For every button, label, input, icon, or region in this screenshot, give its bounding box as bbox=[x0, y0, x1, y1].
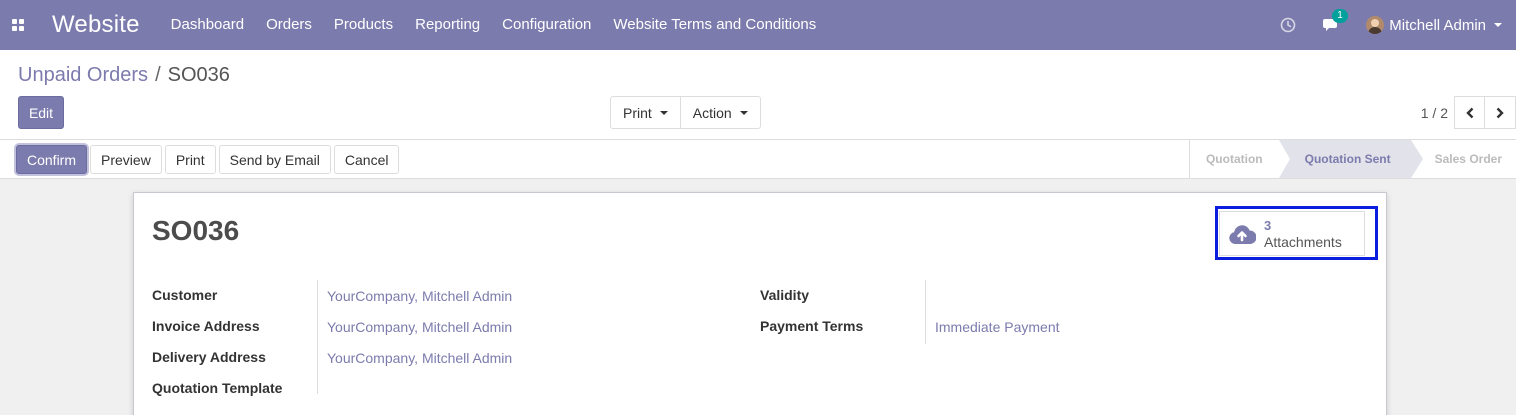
stage-sales-order[interactable]: Sales Order bbox=[1411, 140, 1516, 178]
order-title: SO036 bbox=[152, 215, 240, 246]
quotation-template-label: Quotation Template bbox=[152, 379, 283, 396]
action-menus: Print Action bbox=[610, 96, 761, 129]
right-field-values: Immediate Payment bbox=[935, 311, 1060, 342]
avatar bbox=[1366, 16, 1385, 34]
menu-configuration[interactable]: Configuration bbox=[491, 0, 602, 50]
delivery-address-value[interactable]: YourCompany, Mitchell Admin bbox=[327, 350, 512, 366]
top-navbar: Website Dashboard Orders Products Report… bbox=[0, 0, 1516, 50]
stage-quotation[interactable]: Quotation bbox=[1190, 140, 1290, 178]
menu-website-terms[interactable]: Website Terms and Conditions bbox=[602, 0, 827, 50]
left-column-divider bbox=[317, 280, 318, 394]
breadcrumb-parent[interactable]: Unpaid Orders bbox=[18, 64, 148, 87]
chevron-left-icon bbox=[1465, 107, 1473, 118]
left-field-values: YourCompany, Mitchell Admin YourCompany,… bbox=[327, 280, 512, 404]
right-field-labels: Validity Payment Terms bbox=[760, 279, 863, 341]
pager-previous-button[interactable] bbox=[1454, 96, 1485, 129]
preview-button[interactable]: Preview bbox=[90, 145, 162, 174]
action-dropdown[interactable]: Action bbox=[679, 97, 760, 128]
apps-grid-icon[interactable] bbox=[0, 0, 36, 50]
user-name: Mitchell Admin bbox=[1389, 16, 1486, 34]
chevron-down-icon bbox=[659, 110, 668, 115]
left-field-labels: Customer Invoice Address Delivery Addres… bbox=[152, 279, 318, 403]
validity-label: Validity bbox=[760, 286, 810, 303]
delivery-address-label: Delivery Address bbox=[152, 348, 266, 365]
navbar-systray: 1 Mitchell Admin bbox=[1268, 0, 1516, 50]
send-by-email-button[interactable]: Send by Email bbox=[218, 145, 331, 174]
attachments-text: 3 Attachments bbox=[1264, 218, 1342, 250]
control-panel: Unpaid Orders / SO036 Edit Print Action … bbox=[0, 50, 1516, 140]
menu-orders[interactable]: Orders bbox=[255, 0, 323, 50]
invoice-address-label: Invoice Address bbox=[152, 317, 260, 334]
invoice-address-value[interactable]: YourCompany, Mitchell Admin bbox=[327, 319, 512, 335]
breadcrumb-separator: / bbox=[155, 64, 161, 86]
chevron-down-icon bbox=[739, 110, 748, 115]
chat-badge: 1 bbox=[1332, 9, 1348, 23]
chevron-right-icon bbox=[1496, 107, 1504, 118]
chevron-down-icon bbox=[1494, 23, 1502, 27]
print-dropdown[interactable]: Print bbox=[611, 97, 680, 128]
cloud-upload-icon bbox=[1229, 224, 1256, 244]
edit-button[interactable]: Edit bbox=[18, 96, 64, 129]
payment-terms-label: Payment Terms bbox=[760, 317, 864, 334]
pager-next-button[interactable] bbox=[1485, 96, 1516, 129]
print-dropdown-label: Print bbox=[623, 104, 652, 121]
pager: 1 / 2 bbox=[1421, 96, 1516, 129]
app-brand[interactable]: Website bbox=[52, 11, 140, 39]
pager-value[interactable]: 1 / 2 bbox=[1421, 105, 1448, 121]
main-menu: Dashboard Orders Products Reporting Conf… bbox=[160, 0, 828, 50]
menu-dashboard[interactable]: Dashboard bbox=[160, 0, 255, 50]
form-sheet: SO036 3 Attachments Customer Invoice Add… bbox=[133, 192, 1387, 415]
attachments-button[interactable]: 3 Attachments bbox=[1219, 211, 1365, 256]
attachments-count: 3 bbox=[1264, 217, 1272, 233]
payment-terms-value[interactable]: Immediate Payment bbox=[935, 319, 1060, 335]
breadcrumb: Unpaid Orders / SO036 bbox=[18, 64, 230, 87]
menu-reporting[interactable]: Reporting bbox=[404, 0, 491, 50]
attachments-label: Attachments bbox=[1264, 233, 1342, 250]
breadcrumb-current: SO036 bbox=[167, 64, 230, 86]
menu-products[interactable]: Products bbox=[323, 0, 404, 50]
stage-pipeline: Quotation Quotation Sent Sales Order bbox=[1188, 140, 1516, 178]
cancel-button[interactable]: Cancel bbox=[333, 145, 400, 174]
confirm-button[interactable]: Confirm bbox=[16, 145, 88, 174]
form-statusbar: Confirm Preview Print Send by Email Canc… bbox=[0, 140, 1516, 179]
user-menu[interactable]: Mitchell Admin bbox=[1356, 16, 1516, 34]
customer-value[interactable]: YourCompany, Mitchell Admin bbox=[327, 288, 512, 304]
customer-label: Customer bbox=[152, 286, 218, 303]
action-dropdown-label: Action bbox=[692, 104, 732, 121]
right-column-divider bbox=[925, 280, 926, 344]
stage-quotation-sent[interactable]: Quotation Sent bbox=[1278, 140, 1423, 178]
statusbar-buttons: Confirm Preview Print Send by Email Canc… bbox=[16, 145, 400, 174]
clock-icon[interactable] bbox=[1268, 17, 1308, 33]
chat-icon[interactable]: 1 bbox=[1308, 9, 1356, 33]
print-button[interactable]: Print bbox=[164, 145, 216, 174]
